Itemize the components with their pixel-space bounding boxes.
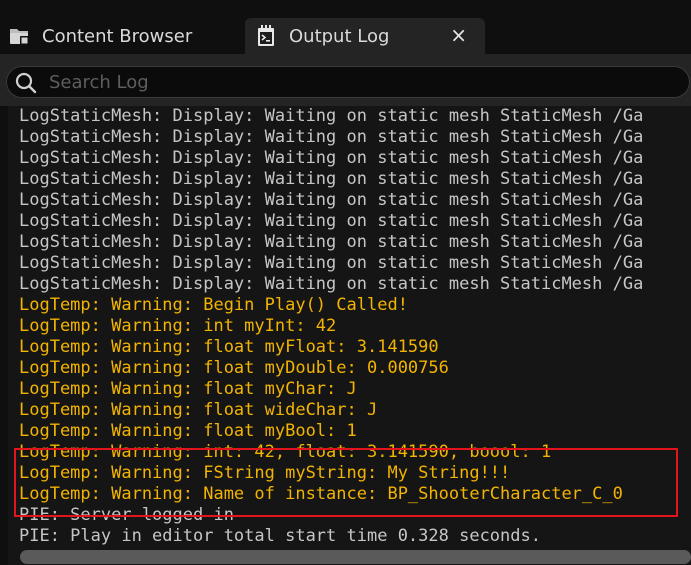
search-icon	[15, 72, 37, 94]
folder-icon	[10, 29, 29, 45]
log-output-panel[interactable]: LogStaticMesh: Display: Waiting on stati…	[8, 106, 691, 565]
log-line: LogTemp: Warning: int myInt: 42	[19, 316, 337, 336]
log-line: LogStaticMesh: Display: Waiting on stati…	[19, 253, 644, 273]
terminal-log-icon	[258, 25, 274, 46]
log-line: LogTemp: Warning: int: 42, float: 3.1415…	[19, 442, 552, 462]
tab-output-log[interactable]: Output Log ×	[245, 18, 485, 54]
log-line: LogStaticMesh: Display: Waiting on stati…	[19, 169, 644, 189]
log-line: LogTemp: Warning: float myChar: J	[19, 379, 357, 399]
search-toolbar	[0, 54, 691, 106]
log-line: PIE: Server logged in	[19, 505, 234, 525]
log-line: LogStaticMesh: Display: Waiting on stati…	[19, 211, 644, 231]
log-line: LogStaticMesh: Display: Waiting on stati…	[19, 232, 644, 252]
log-line: LogTemp: Warning: Name of instance: BP_S…	[19, 484, 623, 504]
log-line: LogTemp: Warning: float myFloat: 3.14159…	[19, 337, 439, 357]
search-box[interactable]	[6, 66, 690, 98]
log-line: LogTemp: Warning: float wideChar: J	[19, 400, 378, 420]
tab-output-log-label: Output Log	[289, 25, 390, 47]
log-line: LogTemp: Warning: FString myString: My S…	[19, 463, 511, 483]
log-list: LogStaticMesh: Display: Waiting on stati…	[19, 106, 691, 547]
tab-content-browser[interactable]: Content Browser	[0, 18, 236, 54]
log-line: LogTemp: Warning: float myDouble: 0.0007…	[19, 358, 449, 378]
log-line: LogTemp: Warning: float myBool: 1	[19, 421, 357, 441]
log-line: PIE: Play in editor total start time 0.3…	[19, 526, 541, 546]
close-tab-button[interactable]: ×	[450, 24, 467, 46]
tab-bar: Content Browser Output Log ×	[0, 0, 691, 57]
tab-content-browser-label: Content Browser	[42, 25, 193, 47]
log-line: LogStaticMesh: Display: Waiting on stati…	[19, 127, 644, 147]
log-line: LogStaticMesh: Display: Waiting on stati…	[19, 190, 644, 210]
log-line: LogStaticMesh: Display: Waiting on stati…	[19, 274, 644, 294]
log-line: LogStaticMesh: Display: Waiting on stati…	[19, 148, 644, 168]
search-log-input[interactable]	[49, 70, 669, 94]
log-line: LogStaticMesh: Display: Waiting on stati…	[19, 106, 644, 126]
horizontal-scrollbar[interactable]	[20, 550, 691, 564]
log-line: LogTemp: Warning: Begin Play() Called!	[19, 295, 408, 315]
